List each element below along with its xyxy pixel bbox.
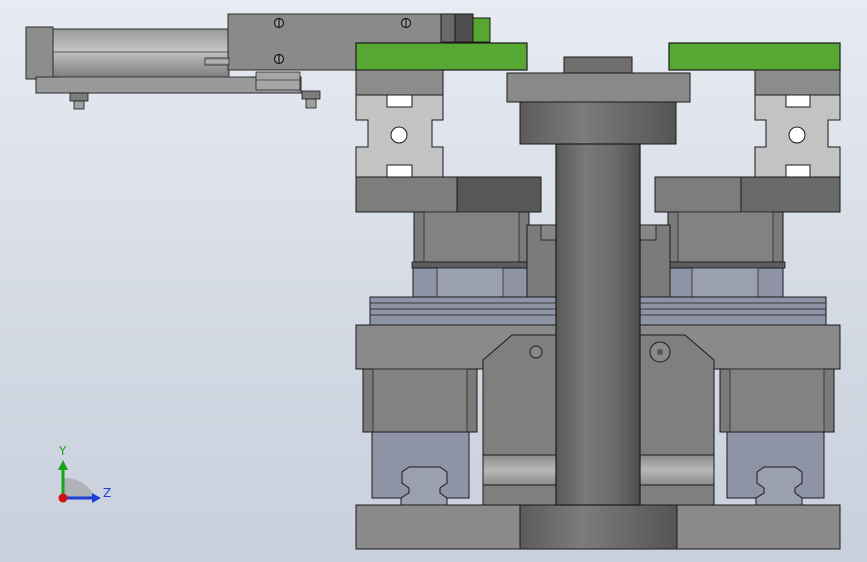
coordinate-triad-icon: Y Z	[58, 444, 111, 503]
right-carriage-top	[654, 176, 742, 213]
triad-z-label: Z	[103, 486, 111, 500]
triad-y-label: Y	[58, 444, 67, 458]
left-gripper-finger[interactable]	[355, 42, 542, 213]
hub-flange	[506, 72, 691, 103]
mount-bolt-2	[301, 90, 321, 109]
left-finger-pad	[355, 42, 528, 71]
right-finger-block	[754, 69, 841, 96]
central-column[interactable]	[555, 143, 641, 506]
cad-graphics-viewport[interactable]: Y Z	[0, 0, 867, 562]
head-screw-1	[273, 17, 285, 29]
central-hub[interactable]	[506, 56, 691, 145]
hub-top-boss	[563, 56, 633, 74]
cylinder-rod	[204, 57, 230, 66]
pneumatic-fitting	[440, 13, 456, 43]
left-linear-block-lower[interactable]	[362, 368, 478, 512]
left-bracket-hole	[390, 126, 408, 144]
left-finger-block	[355, 69, 444, 96]
mount-bolt-1	[69, 92, 89, 110]
bottom-base-plate[interactable]	[355, 504, 841, 550]
head-screw-2	[400, 17, 412, 29]
base-hub	[519, 504, 678, 550]
right-gripper-finger[interactable]	[654, 42, 841, 213]
right-linear-block-lower[interactable]	[719, 368, 835, 512]
right-bracket-hole	[788, 126, 806, 144]
mount-hole-left	[529, 345, 543, 359]
left-carriage-top	[355, 176, 458, 213]
cylinder-end-cap	[25, 26, 54, 80]
fitting-green-cap	[472, 17, 491, 43]
hub-body	[519, 101, 677, 145]
right-finger-pad	[668, 42, 841, 71]
cylinder-slide-rail	[255, 71, 301, 91]
assembly-front-view[interactable]: Y Z	[0, 0, 867, 562]
head-screw-3	[273, 53, 285, 65]
cylinder-barrel	[52, 28, 230, 78]
